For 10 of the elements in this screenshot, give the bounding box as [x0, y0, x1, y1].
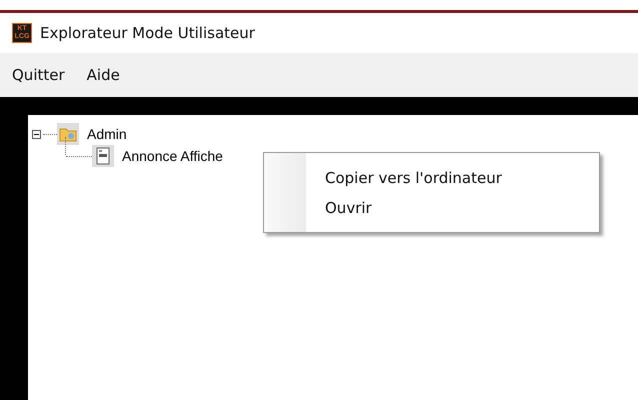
collapse-icon[interactable] [32, 130, 41, 138]
tree-item[interactable]: Admin [87, 126, 127, 142]
tree-item[interactable]: Annonce Affiche [122, 148, 223, 164]
menu-item[interactable]: Aide [86, 66, 120, 84]
context-menu-item[interactable]: Copier vers l'ordinateur [325, 168, 599, 186]
context-menu-item[interactable]: Ouvrir [325, 198, 599, 216]
window-title: Explorateur Mode Utilisateur [40, 24, 255, 42]
menu-item[interactable]: Quitter [12, 66, 65, 84]
folder-icon [57, 123, 79, 145]
document-icon [92, 145, 114, 167]
